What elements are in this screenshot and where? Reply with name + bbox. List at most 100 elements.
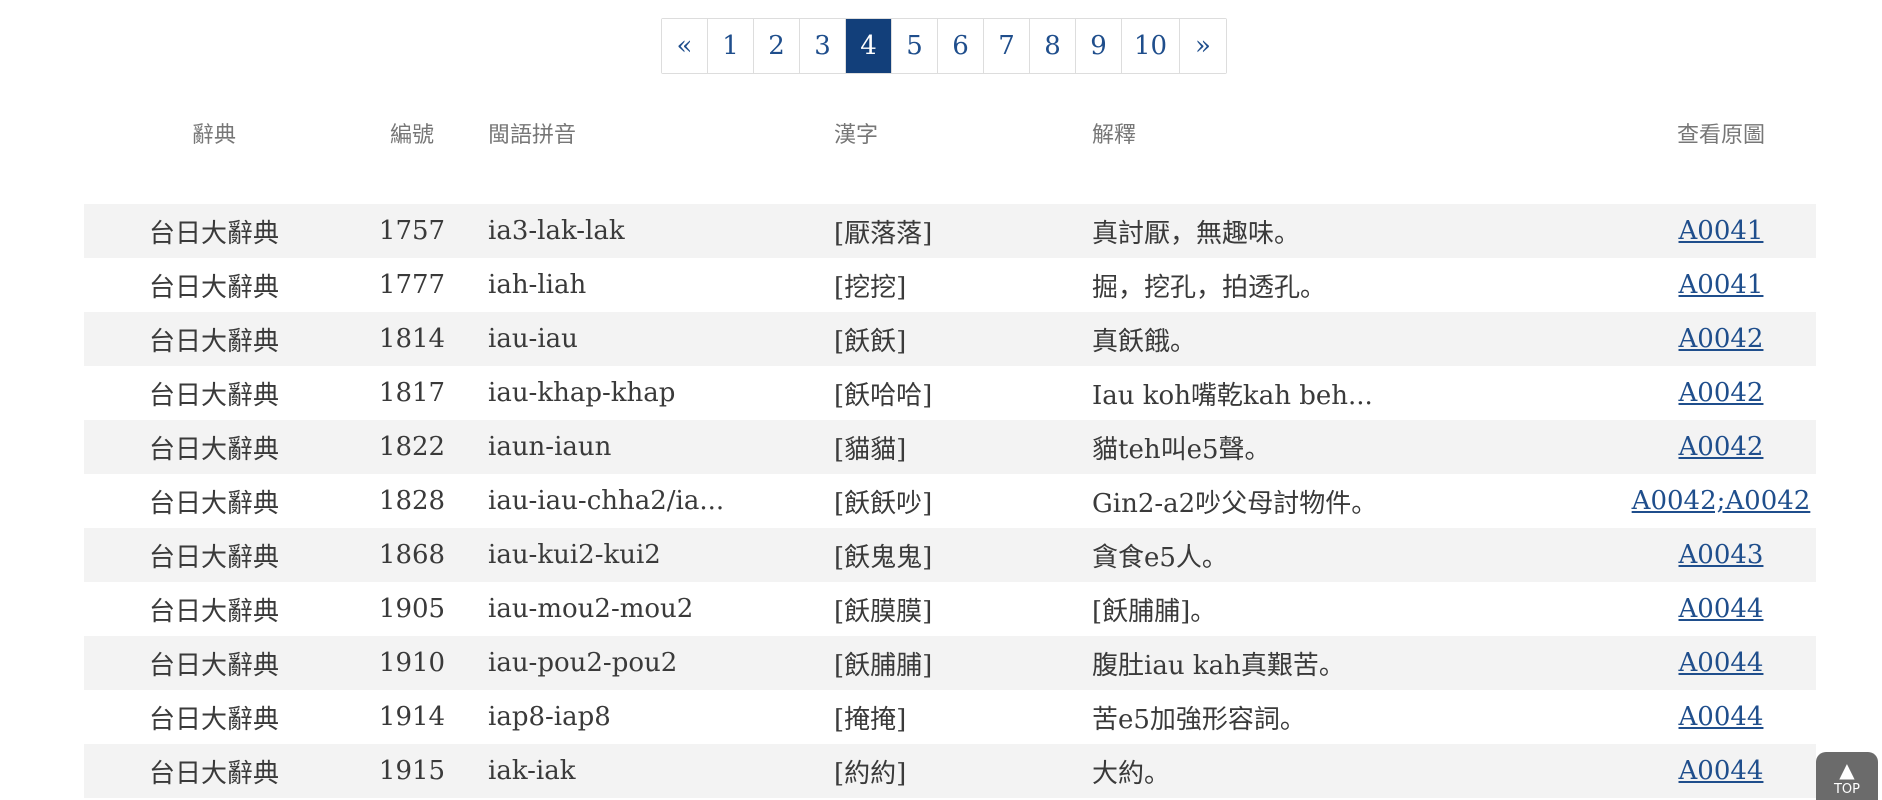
cell-view-image: A0044 bbox=[1626, 582, 1816, 636]
cell-hanzi: [飫飫] bbox=[834, 326, 907, 357]
view-image-link[interactable]: A0042 bbox=[1679, 324, 1764, 354]
table-row: 台日大辭典 1905 iau-mou2-mou2 [飫膜膜] [飫脯脯]。 A0… bbox=[84, 582, 1816, 636]
header-dictionary: 辭典 bbox=[191, 123, 236, 148]
cell-view-image: A0042 bbox=[1626, 366, 1816, 420]
pagination-page-9[interactable]: 9 bbox=[1076, 19, 1122, 73]
cell-hanzi: [掩掩] bbox=[834, 704, 907, 735]
cell-pinyin: iah-liah bbox=[488, 270, 587, 300]
pagination-page-4-current[interactable]: 4 bbox=[846, 19, 892, 73]
pagination-page-2[interactable]: 2 bbox=[754, 19, 800, 73]
cell-hanzi: [飫膜膜] bbox=[834, 596, 933, 627]
cell-pinyin: iak-iak bbox=[488, 756, 576, 786]
cell-view-image: A0044 bbox=[1626, 690, 1816, 744]
view-image-link[interactable]: A0043 bbox=[1679, 540, 1764, 570]
table-row: 台日大辭典 1757 ia3-lak-lak [厭落落] 真討厭，無趣味。 A0… bbox=[84, 204, 1816, 258]
cell-definition: 掘，挖孔，拍透孔。 bbox=[1092, 272, 1327, 303]
cell-hanzi: [飫哈哈] bbox=[834, 380, 933, 411]
view-image-link[interactable]: A0042 bbox=[1679, 432, 1764, 462]
cell-definition: 貓teh叫e5聲。 bbox=[1092, 434, 1271, 465]
cell-number: 1757 bbox=[378, 216, 446, 246]
view-image-link[interactable]: A0042;A0042 bbox=[1632, 486, 1811, 516]
cell-number: 1817 bbox=[378, 378, 446, 408]
cell-view-image: A0043 bbox=[1626, 528, 1816, 582]
cell-view-image: A0041 bbox=[1626, 204, 1816, 258]
view-image-link[interactable]: A0044 bbox=[1679, 756, 1764, 786]
cell-number: 1910 bbox=[378, 648, 446, 678]
cell-number: 1915 bbox=[378, 756, 446, 786]
cell-definition: 真飫餓。 bbox=[1092, 326, 1197, 357]
cell-view-image: A0041 bbox=[1626, 258, 1816, 312]
header-pinyin: 閩語拼音 bbox=[488, 123, 577, 148]
table-header-row: 辭典 編號 閩語拼音 漢字 解釋 查看原圖 bbox=[84, 100, 1816, 166]
pagination-prev-button[interactable]: « bbox=[662, 19, 708, 73]
header-definition: 解釋 bbox=[1092, 123, 1137, 148]
pagination-page-6[interactable]: 6 bbox=[938, 19, 984, 73]
cell-definition: 真討厭，無趣味。 bbox=[1092, 218, 1301, 249]
cell-pinyin: iaun-iaun bbox=[488, 432, 612, 462]
cell-pinyin: iap8-iap8 bbox=[488, 702, 611, 732]
header-view-image: 查看原圖 bbox=[1676, 123, 1765, 148]
cell-hanzi: [厭落落] bbox=[834, 218, 933, 249]
table-row: 台日大辭典 1868 iau-kui2-kui2 [飫鬼鬼] 貪食e5人。 A0… bbox=[84, 528, 1816, 582]
pagination: « 1 2 3 4 5 6 7 8 9 10 » bbox=[661, 18, 1227, 74]
pagination-page-5[interactable]: 5 bbox=[892, 19, 938, 73]
cell-hanzi: [飫飫吵] bbox=[834, 488, 933, 519]
cell-dictionary: 台日大辭典 bbox=[148, 488, 279, 519]
cell-view-image: A0044 bbox=[1626, 636, 1816, 690]
cell-dictionary: 台日大辭典 bbox=[148, 218, 279, 249]
back-to-top-button[interactable]: ▲ TOP bbox=[1816, 752, 1878, 800]
view-image-link[interactable]: A0044 bbox=[1679, 594, 1764, 624]
view-image-link[interactable]: A0044 bbox=[1679, 648, 1764, 678]
cell-hanzi: [約約] bbox=[834, 758, 907, 789]
pagination-page-1[interactable]: 1 bbox=[708, 19, 754, 73]
cell-hanzi: [貓貓] bbox=[834, 434, 907, 465]
pagination-next-button[interactable]: » bbox=[1180, 19, 1226, 73]
cell-definition: 大約。 bbox=[1092, 758, 1171, 789]
cell-hanzi: [飫脯脯] bbox=[834, 650, 933, 681]
pagination-page-10[interactable]: 10 bbox=[1122, 19, 1180, 73]
view-image-link[interactable]: A0042 bbox=[1679, 378, 1764, 408]
page: « 1 2 3 4 5 6 7 8 9 10 » 辭典 編號 閩語拼音 漢字 解… bbox=[0, 0, 1882, 800]
cell-dictionary: 台日大辭典 bbox=[148, 704, 279, 735]
table-row: 台日大辭典 1777 iah-liah [挖挖] 掘，挖孔，拍透孔。 A0041 bbox=[84, 258, 1816, 312]
cell-pinyin: iau-pou2-pou2 bbox=[488, 648, 678, 678]
table-row: 台日大辭典 1914 iap8-iap8 [掩掩] 苦e5加強形容詞。 A004… bbox=[84, 690, 1816, 744]
cell-hanzi: [飫鬼鬼] bbox=[834, 542, 933, 573]
view-image-link[interactable]: A0041 bbox=[1679, 216, 1764, 246]
cell-definition: Gin2-a2吵父母討物件。 bbox=[1092, 488, 1378, 519]
cell-definition: 苦e5加強形容詞。 bbox=[1092, 704, 1306, 735]
pagination-page-3[interactable]: 3 bbox=[800, 19, 846, 73]
cell-pinyin: ia3-lak-lak bbox=[488, 216, 625, 246]
table-row: 台日大辭典 1822 iaun-iaun [貓貓] 貓teh叫e5聲。 A004… bbox=[84, 420, 1816, 474]
table-row: 台日大辭典 1817 iau-khap-khap [飫哈哈] Iau koh嘴乾… bbox=[84, 366, 1816, 420]
cell-number: 1914 bbox=[378, 702, 446, 732]
table-spacer bbox=[84, 166, 1816, 204]
cell-definition: 腹肚iau kah真艱苦。 bbox=[1092, 650, 1345, 681]
cell-dictionary: 台日大辭典 bbox=[148, 272, 279, 303]
back-to-top-label: TOP bbox=[1833, 782, 1860, 797]
view-image-link[interactable]: A0041 bbox=[1679, 270, 1764, 300]
cell-dictionary: 台日大辭典 bbox=[148, 380, 279, 411]
cell-pinyin: iau-iau bbox=[488, 324, 578, 354]
results-table: 辭典 編號 閩語拼音 漢字 解釋 查看原圖 台日大辭典 1757 ia3-lak… bbox=[84, 100, 1816, 798]
cell-definition: 貪食e5人。 bbox=[1092, 542, 1228, 573]
cell-number: 1828 bbox=[378, 486, 446, 516]
cell-pinyin: iau-kui2-kui2 bbox=[488, 540, 661, 570]
cell-dictionary: 台日大辭典 bbox=[148, 596, 279, 627]
cell-number: 1777 bbox=[378, 270, 446, 300]
spacer-cell bbox=[84, 166, 1816, 204]
table-header: 辭典 編號 閩語拼音 漢字 解釋 查看原圖 bbox=[84, 100, 1816, 166]
pagination-page-7[interactable]: 7 bbox=[984, 19, 1030, 73]
spacer-row bbox=[84, 166, 1816, 204]
cell-pinyin: iau-iau-chha2/ia... bbox=[488, 486, 725, 516]
arrow-up-icon: ▲ bbox=[1839, 758, 1855, 782]
cell-view-image: A0042;A0042 bbox=[1626, 474, 1816, 528]
cell-view-image: A0042 bbox=[1626, 420, 1816, 474]
table-row: 台日大辭典 1814 iau-iau [飫飫] 真飫餓。 A0042 bbox=[84, 312, 1816, 366]
view-image-link[interactable]: A0044 bbox=[1679, 702, 1764, 732]
cell-definition: Iau koh嘴乾kah beh... bbox=[1092, 380, 1373, 411]
cell-dictionary: 台日大辭典 bbox=[148, 758, 279, 789]
pagination-page-8[interactable]: 8 bbox=[1030, 19, 1076, 73]
results-table-container: 辭典 編號 閩語拼音 漢字 解釋 查看原圖 台日大辭典 1757 ia3-lak… bbox=[84, 100, 1816, 798]
table-row: 台日大辭典 1910 iau-pou2-pou2 [飫脯脯] 腹肚iau kah… bbox=[84, 636, 1816, 690]
